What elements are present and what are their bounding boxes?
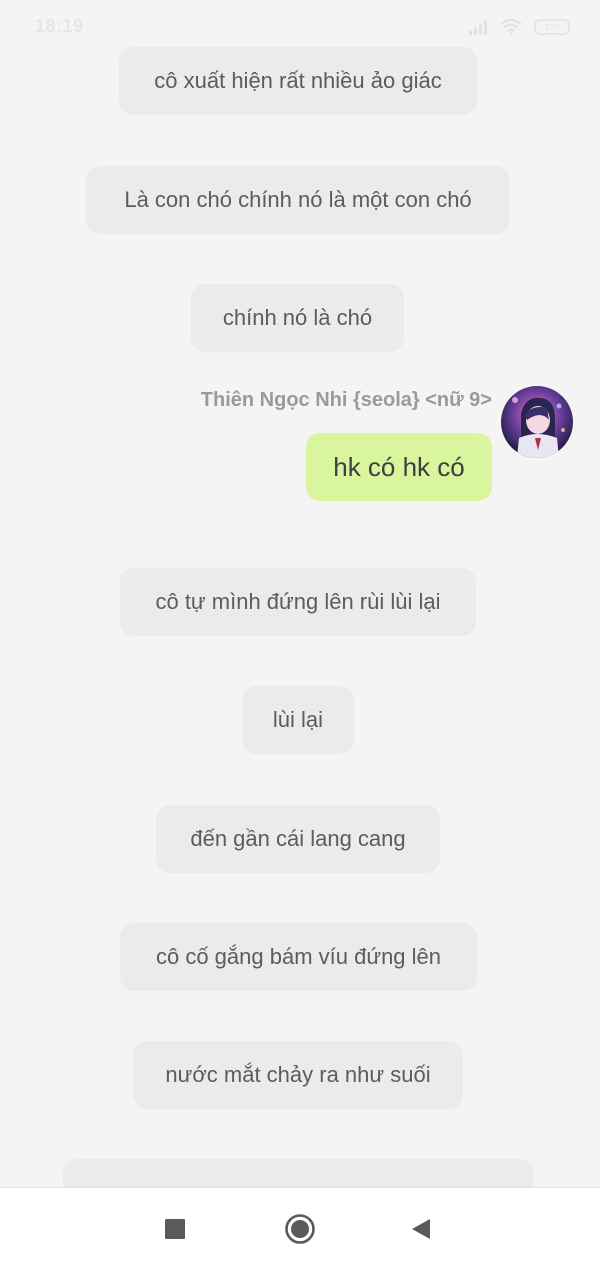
message-text: chính nó là chó [222, 305, 373, 330]
message-text: … [288, 1180, 310, 1187]
sender-name: Thiên Ngọc Nhi {seola} <nữ 9> [200, 389, 492, 411]
navigation-bar [0, 1187, 600, 1267]
status-icons: 100 [468, 18, 570, 36]
message-text: cô tự mình đứng lên rùi lùi lại [155, 589, 441, 614]
status-bar: 18:19 100 [0, 0, 600, 50]
message-text: cô cố gắng bám víu đứng lên [155, 944, 442, 969]
message-text: Là con chó chính nó là một con chó [124, 187, 472, 212]
recents-square-icon[interactable] [157, 1211, 193, 1247]
message-text: nước mắt chảy ra như suối [165, 1062, 431, 1087]
avatar-image [501, 386, 573, 458]
message-bubble[interactable]: nước mắt chảy ra như suối [133, 1041, 463, 1109]
status-time: 18:19 [35, 16, 84, 36]
message-bubble[interactable]: lùi lại [242, 686, 354, 754]
own-message-text: hk có hk có [333, 451, 465, 482]
own-message-bubble[interactable]: hk có hk có [306, 433, 492, 501]
message-bubble[interactable]: chính nó là chó [191, 284, 404, 352]
message-bubble[interactable]: cô cố gắng bám víu đứng lên [120, 923, 477, 991]
message-text: đến gần cái lang cang [190, 826, 406, 851]
message-bubble[interactable]: Là con chó chính nó là một con chó [86, 166, 510, 234]
message-bubble[interactable]: cô tự mình đứng lên rùi lùi lại [120, 568, 476, 636]
home-circle-icon[interactable] [282, 1211, 318, 1247]
back-triangle-icon[interactable] [403, 1211, 439, 1247]
signal-icon [468, 19, 488, 35]
battery-icon: 100 [534, 19, 570, 35]
avatar[interactable] [501, 386, 573, 458]
message-bubble[interactable]: cô xuất hiện rất nhiều ảo giác [119, 47, 477, 115]
chat-area[interactable]: cô xuất hiện rất nhiều ảo giác Là con ch… [0, 0, 600, 1187]
message-bubble-partial[interactable]: … [63, 1159, 534, 1187]
battery-level: 100 [544, 22, 560, 32]
wifi-icon [500, 19, 522, 35]
message-bubble[interactable]: đến gần cái lang cang [156, 805, 440, 873]
message-text: lùi lại [272, 707, 324, 732]
message-text: cô xuất hiện rất nhiều ảo giác [154, 68, 442, 93]
